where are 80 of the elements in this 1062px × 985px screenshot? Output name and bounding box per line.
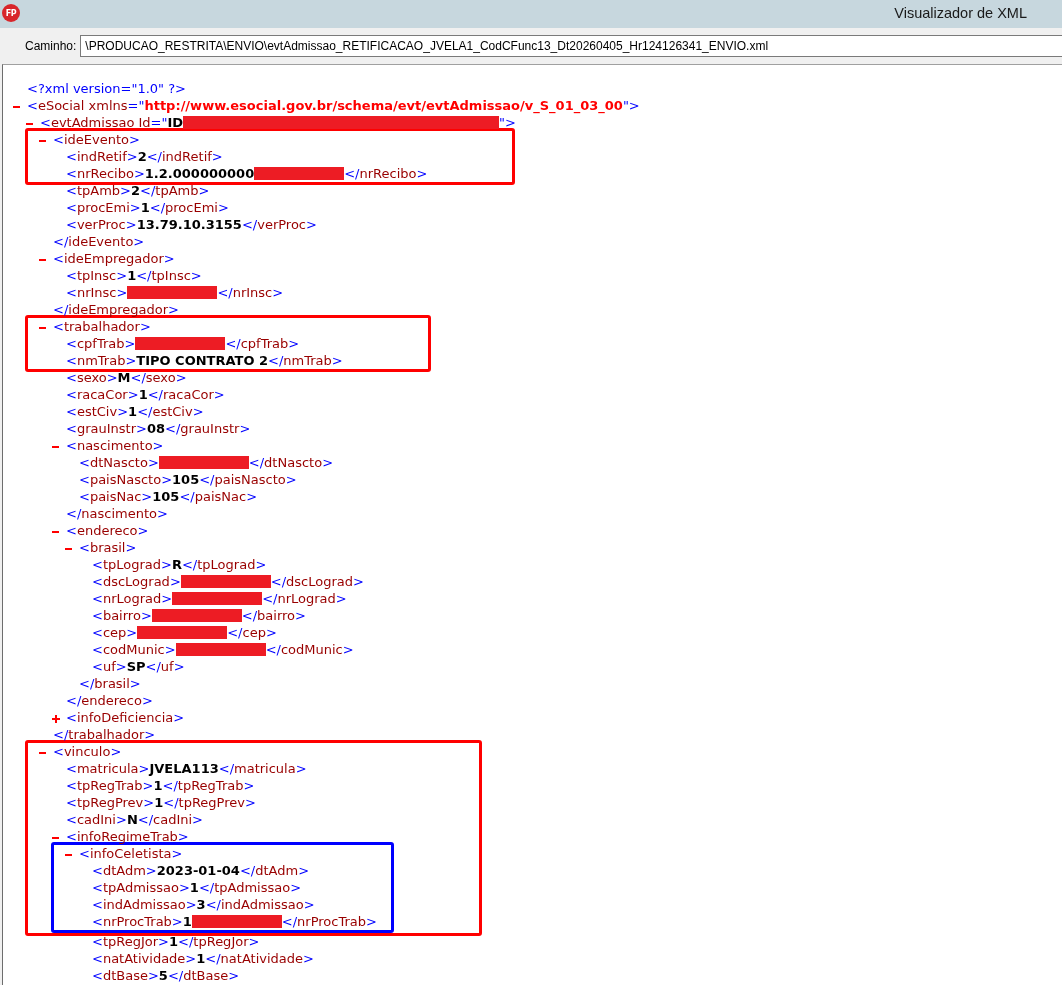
xml-line: <paisNac>105</paisNac> [79, 489, 258, 504]
xml-line: <verProc>13.79.10.3155</verProc> [66, 217, 317, 232]
xml-line: <eSocial xmlns="http://www.esocial.gov.br/schema/evt/evtAdmissao/v_S_01_03_00"> [27, 98, 640, 113]
xml-line-end: </bairro> [241, 608, 306, 623]
xml-line: <tpAdmissao>1</tpAdmissao> [92, 880, 302, 895]
xml-line: <brasil> [79, 540, 137, 555]
collapse-icon[interactable] [13, 105, 20, 108]
xml-line: </ideEmpregador> [53, 302, 179, 317]
xml-line: <racaCor>1</racaCor> [66, 387, 225, 402]
app-logo: FP [2, 4, 20, 22]
xml-line-start: <dtNascto> [79, 455, 159, 470]
path-field[interactable]: \PRODUCAO_RESTRITA\ENVIO\evtAdmissao_RETIFICACAO_JVELA1_CodCFunc13_Dt20260405_Hr124126341_ENVIO.xml [80, 35, 1062, 57]
collapse-icon[interactable] [26, 122, 33, 125]
xml-line-start: <nrInsc> [66, 285, 128, 300]
collapse-icon[interactable] [39, 326, 46, 329]
xml-line-start: <nrRecibo>1.2.000000000 [66, 166, 255, 181]
xml-line: <tpAmb>2</tpAmb> [66, 183, 210, 198]
xml-line: <procEmi>1</procEmi> [66, 200, 229, 215]
collapse-icon[interactable] [52, 836, 59, 839]
xml-line-end: </dscLograd> [270, 574, 364, 589]
xml-line: <infoDeficiencia> [66, 710, 185, 725]
xml-line-end: </cep> [227, 625, 277, 640]
xml-line: </nascimento> [66, 506, 168, 521]
expand-icon[interactable] [52, 714, 60, 723]
xml-line-start: <cep> [92, 625, 138, 640]
xml-line: <estCiv>1</estCiv> [66, 404, 204, 419]
xml-line-start: <nrProcTrab>1 [92, 914, 192, 929]
xml-line: <infoRegimeTrab> [66, 829, 189, 844]
xml-line: <natAtividade>1</natAtividade> [92, 951, 314, 966]
xml-line: <nascimento> [66, 438, 164, 453]
collapse-icon[interactable] [52, 530, 59, 533]
xml-line: </trabalhador> [53, 727, 156, 742]
xml-line: </ideEvento> [53, 234, 145, 249]
xml-line: <tpInsc>1</tpInsc> [66, 268, 202, 283]
xml-line-end: </nrProcTrab> [281, 914, 377, 929]
path-label: Caminho: [25, 38, 77, 55]
xml-line: <vinculo> [53, 744, 122, 759]
xml-line-end: </nrInsc> [217, 285, 284, 300]
xml-line-end: </cpfTrab> [225, 336, 300, 351]
xml-line: <matricula>JVELA113</matricula> [66, 761, 307, 776]
xml-line: <indRetif>2</indRetif> [66, 149, 223, 164]
xml-line: <indAdmissao>3</indAdmissao> [92, 897, 315, 912]
xml-line: <tpRegJor>1</tpRegJor> [92, 934, 260, 949]
collapse-icon[interactable] [52, 445, 59, 448]
xml-line: <grauInstr>08</grauInstr> [66, 421, 251, 436]
xml-line: <uf>SP</uf> [92, 659, 185, 674]
xml-line: <ideEvento> [53, 132, 140, 147]
xml-line-end: </nrLograd> [262, 591, 347, 606]
xml-line-start: <dscLograd> [92, 574, 181, 589]
xml-line-start: <bairro> [92, 608, 152, 623]
xml-line: <trabalhador> [53, 319, 151, 334]
xml-line-start: <codMunic> [92, 642, 176, 657]
xml-line: <sexo>M</sexo> [66, 370, 187, 385]
collapse-icon[interactable] [65, 547, 72, 550]
xml-line-end: </dtNascto> [248, 455, 334, 470]
xml-line: <paisNascto>105</paisNascto> [79, 472, 297, 487]
xml-line: <nmTrab>TIPO CONTRATO 2</nmTrab> [66, 353, 343, 368]
xml-line-start: <nrLograd> [92, 591, 173, 606]
xml-declaration: <?xml version="1.0" ?> [27, 81, 186, 96]
xml-line: </brasil> [79, 676, 141, 691]
xml-line: <cadIni>N</cadIni> [66, 812, 203, 827]
xml-line: <tpLograd>R</tpLograd> [92, 557, 267, 572]
collapse-icon[interactable] [65, 853, 72, 856]
xml-line: <dtBase>5</dtBase> [92, 968, 240, 983]
xml-line: <tpRegPrev>1</tpRegPrev> [66, 795, 256, 810]
xml-line: <dtAdm>2023-01-04</dtAdm> [92, 863, 310, 878]
xml-line-end: </nrRecibo> [344, 166, 428, 181]
xml-line: <ideEmpregador> [53, 251, 175, 266]
xml-line-end: "> [499, 115, 516, 130]
xml-line: </endereco> [66, 693, 153, 708]
window-title: Visualizador de XML [894, 4, 1027, 24]
collapse-icon[interactable] [39, 751, 46, 754]
collapse-icon[interactable] [39, 258, 46, 261]
collapse-icon[interactable] [39, 139, 46, 142]
xml-line: <tpRegTrab>1</tpRegTrab> [66, 778, 255, 793]
xml-line-start: <evtAdmissao Id="ID [40, 115, 184, 130]
xml-line-end: </codMunic> [265, 642, 354, 657]
xml-line: <endereco> [66, 523, 149, 538]
xml-line-start: <cpfTrab> [66, 336, 136, 351]
xml-line: <infoCeletista> [79, 846, 183, 861]
